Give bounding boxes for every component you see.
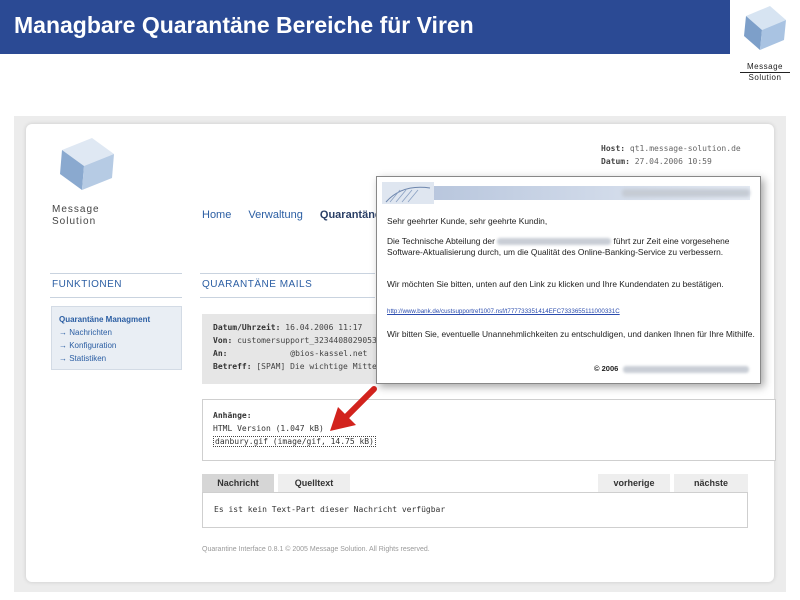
corner-logo: Message Solution [730,0,800,86]
main-title: QUARANTÄNE MAILS [202,279,313,290]
slide-title: Managbare Quarantäne Bereiche für Viren [14,12,474,38]
datum-label: Datum: [601,157,630,166]
app-brand-line2: Solution [52,216,97,227]
attachments-title: Anhänge: [213,411,252,420]
server-meta: Host: qt1.message-solution.de Datum: 27.… [601,142,741,168]
mail-date: Datum/Uhrzeit: 16.04.2006 11:17 [213,323,363,332]
tab-nachricht[interactable]: Nachricht [202,474,274,492]
nav-quarantaene[interactable]: Quarantäne [320,209,381,221]
redacted-bank-name [622,189,750,197]
phishing-copyright: © 2006 [594,364,750,373]
corner-brand-line1: Message [747,62,783,71]
divider [50,297,182,298]
sidebar-item-statistiken[interactable]: → Statistiken [59,354,106,363]
divider [200,273,375,274]
host-value: qt1.message-solution.de [629,144,741,153]
prev-button[interactable]: vorherige [598,474,670,492]
app-footer: Quarantine Interface 0.8.1 © 2005 Messag… [202,546,430,553]
bank-banner-graphic-icon [382,182,434,204]
sidebar-title: FUNKTIONEN [52,279,122,290]
divider [200,297,375,298]
datum-value: 27.04.2006 10:59 [634,157,712,166]
cube-logo-icon [744,6,786,50]
attachment-gif-link[interactable]: danbury.gif (image/gif, 14.75 kB) [213,436,376,447]
slide-header: Managbare Quarantäne Bereiche für Viren [0,0,730,54]
app-brand: Message Solution [52,204,100,228]
host-label: Host: [601,144,626,153]
main-nav: Home Verwaltung Quarantäne [202,209,395,221]
mail-from: Von: customersupport_3234408029053 [213,336,377,345]
next-button[interactable]: nächste [674,474,748,492]
phishing-greeting: Sehr geehrter Kunde, sehr geehrte Kundin… [387,216,548,226]
mail-subject: Betreff: [SPAM] Die wichtige Mitteilung [213,362,401,371]
sidebar-item-konfiguration[interactable]: → Konfiguration [59,341,116,350]
redacted-bank-name [623,365,750,373]
corner-brand-line2: Solution [748,73,782,82]
message-content-text: Es ist kein Text-Part dieser Nachricht v… [214,505,446,514]
red-arrow-icon [330,386,377,431]
attachment-html-link[interactable]: HTML Version (1.047 kB) [213,424,324,433]
mail-to: An: @bios-kassel.net [213,349,368,358]
sidebar-item-nachrichten[interactable]: → Nachrichten [59,328,112,337]
sidebar-item-quarantaene-managment[interactable]: Quarantäne Managment [59,315,150,324]
phishing-para1: Die Technische Abteilung der führt zur Z… [387,236,730,257]
nav-verwaltung[interactable]: Verwaltung [248,209,302,221]
redacted-bank-name [497,238,612,246]
cube-logo-icon [60,138,114,190]
phishing-para3: Wir bitten Sie, eventuelle Unannehmlichk… [387,329,755,339]
nav-home[interactable]: Home [202,209,231,221]
corner-brand: Message Solution [730,62,800,82]
phishing-link[interactable]: http://www.bank.de/custsupportref1007.ns… [387,308,620,315]
app-brand-line1: Message [52,204,100,215]
phishing-para2: Wir möchten Sie bitten, unten auf den Li… [387,279,724,289]
tab-quelltext[interactable]: Quelltext [278,474,350,492]
divider [50,273,182,274]
